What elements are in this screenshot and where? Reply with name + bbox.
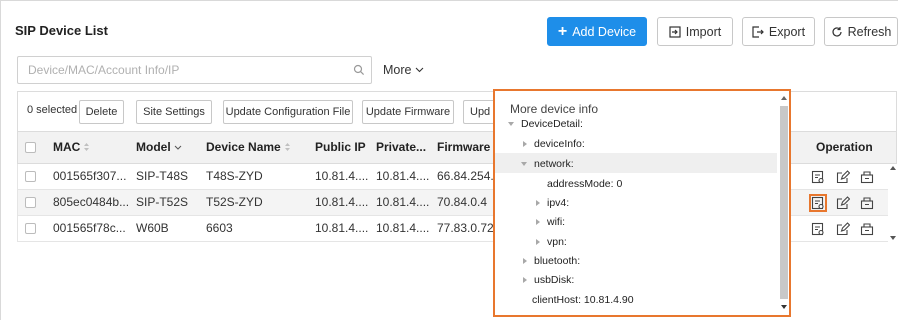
update-config-file-button[interactable]: Update Configuration File [223, 100, 353, 124]
column-private-ip: Private... [376, 140, 427, 154]
selected-count: 0 selected [27, 104, 78, 116]
import-button[interactable]: Import [657, 17, 733, 46]
cell-firmware: 77.83.0.72 [437, 221, 494, 235]
row-checkbox[interactable] [25, 171, 36, 182]
sip-device-list-page: SIP Device List + Add Device Import Expo… [0, 0, 898, 320]
plus-icon: + [557, 22, 568, 40]
select-all-checkbox[interactable] [25, 142, 36, 153]
edit-icon[interactable] [836, 222, 850, 236]
add-device-button[interactable]: + Add Device [547, 17, 647, 46]
cell-private-ip: 10.81.4.... [376, 169, 430, 183]
cell-public-ip: 10.81.4.... [315, 221, 369, 235]
caret-right-icon [523, 141, 527, 147]
tree-node-bluetooth[interactable]: bluetooth: [523, 255, 580, 267]
import-icon [669, 25, 681, 38]
cell-mac: 805ec0484b... [53, 195, 130, 209]
scroll-down-arrow[interactable] [781, 305, 787, 309]
tree-node-network[interactable]: network: [521, 158, 574, 170]
caret-down-icon [521, 162, 527, 166]
caret-down-icon [508, 122, 514, 126]
cell-public-ip: 10.81.4.... [315, 195, 369, 209]
export-button[interactable]: Export [742, 17, 815, 46]
caret-right-icon [523, 277, 527, 283]
row-checkbox[interactable] [25, 197, 36, 208]
cell-mac: 001565f78c... [53, 221, 126, 235]
scroll-up-arrow[interactable] [890, 166, 896, 170]
cell-private-ip: 10.81.4.... [376, 195, 430, 209]
update-firmware-button[interactable]: Update Firmware [362, 100, 454, 124]
push-config-icon[interactable] [860, 170, 874, 184]
row-checkbox[interactable] [25, 223, 36, 234]
tree-node-usbdisk[interactable]: usbDisk: [523, 274, 574, 286]
delete-button[interactable]: Delete [79, 100, 124, 124]
site-settings-button[interactable]: Site Settings [136, 100, 212, 124]
device-info-icon[interactable] [811, 170, 825, 184]
cell-device-name: 6603 [206, 221, 233, 235]
table-scrollbar[interactable] [888, 164, 897, 242]
column-public-ip: Public IP [315, 140, 366, 154]
cell-firmware: 70.84.0.4 [437, 195, 488, 209]
cell-public-ip: 10.81.4.... [315, 169, 369, 183]
push-config-icon[interactable] [860, 196, 874, 210]
tree-node-addressmode: addressMode: 0 [547, 178, 623, 190]
cell-model: SIP-T52S [136, 195, 189, 209]
cell-firmware: 66.84.254.1 [437, 169, 501, 183]
scroll-up-arrow[interactable] [781, 96, 787, 100]
left-divider [0, 0, 1, 320]
device-info-icon[interactable] [811, 222, 825, 236]
tree-node-devicedetail[interactable]: DeviceDetail: [508, 118, 583, 130]
tree-node-wifi[interactable]: wifi: [536, 216, 565, 228]
caret-right-icon [523, 258, 527, 264]
more-device-info-popup: More device info DeviceDetail: deviceInf… [493, 89, 791, 317]
caret-right-icon [536, 219, 540, 225]
more-filter-toggle[interactable]: More [383, 63, 424, 77]
sort-icon [84, 143, 90, 151]
push-config-icon[interactable] [860, 222, 874, 236]
upd-button[interactable]: Upd [463, 100, 495, 124]
popup-scroll-thumb[interactable] [780, 106, 788, 299]
cell-mac: 001565f307... [53, 169, 127, 183]
search-input[interactable]: Device/MAC/Account Info/IP [17, 56, 372, 84]
refresh-icon [832, 26, 842, 37]
export-icon [752, 25, 764, 38]
tree-node-vpn[interactable]: vpn: [536, 236, 567, 248]
sort-icon [284, 143, 290, 151]
column-mac[interactable]: MAC [53, 140, 90, 154]
chevron-down-icon [416, 67, 424, 73]
tree-node-ipv4[interactable]: ipv4: [536, 197, 569, 209]
caret-right-icon [536, 239, 540, 245]
caret-right-icon [536, 200, 540, 206]
chevron-down-icon [174, 145, 182, 150]
cell-device-name: T48S-ZYD [206, 169, 263, 183]
top-divider [0, 0, 898, 1]
column-operation: Operation [816, 140, 873, 154]
refresh-button[interactable]: Refresh [824, 17, 898, 46]
page-title: SIP Device List [15, 23, 108, 38]
cell-device-name: T52S-ZYD [206, 195, 263, 209]
column-firmware: Firmware V [437, 140, 502, 154]
column-device-name[interactable]: Device Name [206, 140, 291, 154]
scroll-down-arrow[interactable] [890, 236, 896, 240]
cell-model: SIP-T48S [136, 169, 189, 183]
tree-node-clienthost: clientHost: 10.81.4.90 [532, 294, 634, 306]
cell-private-ip: 10.81.4.... [376, 221, 430, 235]
edit-icon[interactable] [836, 170, 850, 184]
edit-icon[interactable] [836, 196, 850, 210]
cell-model: W60B [136, 221, 169, 235]
device-info-icon[interactable] [811, 196, 825, 210]
column-model[interactable]: Model [136, 140, 182, 154]
tree-node-deviceinfo[interactable]: deviceInfo: [523, 138, 585, 150]
search-icon[interactable] [353, 64, 365, 76]
popup-title: More device info [510, 102, 599, 116]
